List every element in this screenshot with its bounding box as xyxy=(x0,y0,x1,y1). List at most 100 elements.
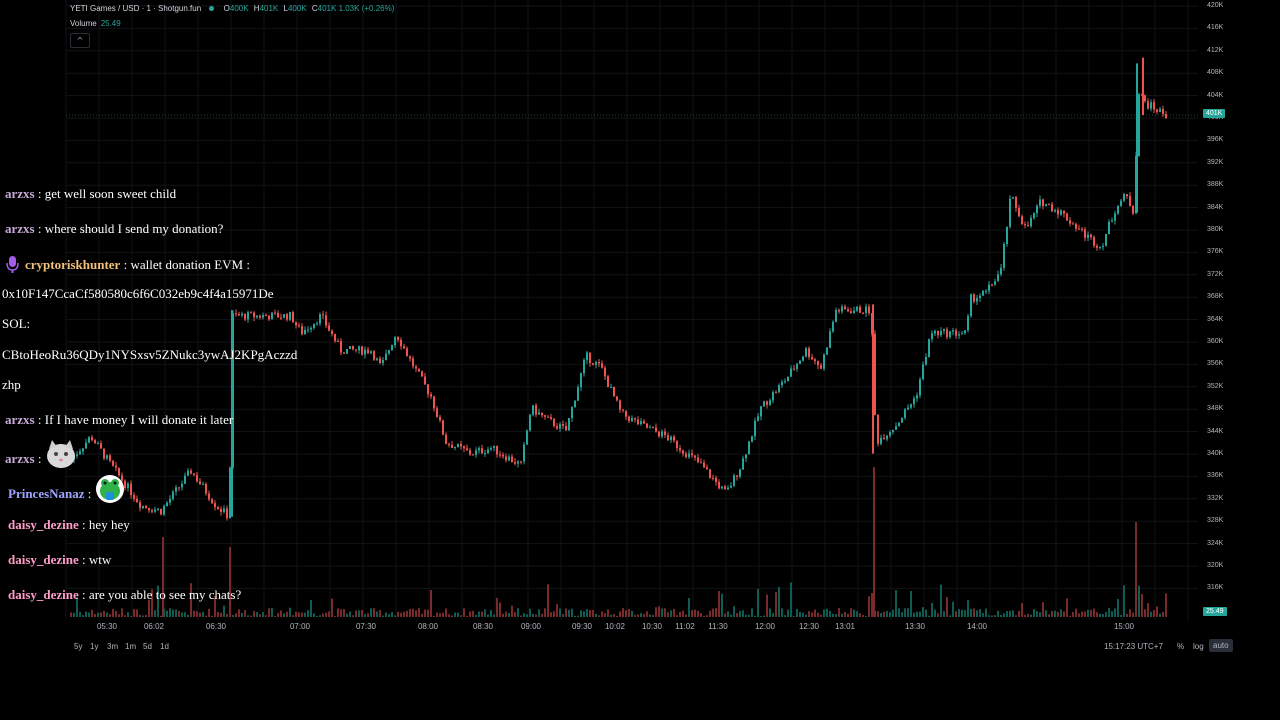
price-tick: 340K xyxy=(1207,450,1224,457)
candle-body xyxy=(805,348,807,357)
volume-bar xyxy=(559,608,561,617)
candle-body xyxy=(745,454,747,459)
volume-bar xyxy=(997,610,999,617)
volume-bar xyxy=(961,609,963,617)
volume-bar xyxy=(1069,615,1071,617)
volume-bar xyxy=(340,609,342,617)
candle-body xyxy=(628,416,630,422)
candle-body xyxy=(355,349,357,351)
volume-bar xyxy=(859,613,861,617)
candle-body xyxy=(247,312,249,320)
candle-body xyxy=(976,298,978,302)
price-tick: 372K xyxy=(1207,270,1224,278)
candlestick-chart[interactable] xyxy=(0,0,1280,640)
percent-toggle[interactable]: % xyxy=(1177,642,1184,651)
candle-body xyxy=(202,483,204,485)
volume-bar xyxy=(823,609,825,617)
volume-bar xyxy=(472,610,474,617)
price-tick: 388K xyxy=(1207,181,1224,189)
candle-body xyxy=(313,323,315,328)
chat-message: 0x10F147CcaCf580580c6f6C032eb9c4f4a15971… xyxy=(2,286,274,301)
volume-bar xyxy=(1081,611,1083,617)
candle-body xyxy=(319,314,321,324)
volume-bar xyxy=(778,586,780,617)
range-button-5y[interactable]: 5y xyxy=(74,642,82,651)
volume-bar xyxy=(91,609,93,617)
volume-bar xyxy=(1018,610,1020,617)
candle-body xyxy=(1018,207,1020,217)
volume-bar xyxy=(919,611,921,617)
collapse-legend-button[interactable]: ^ xyxy=(70,33,90,48)
chat-text: wallet donation EVM : xyxy=(130,256,250,272)
volume-bar xyxy=(1000,614,1002,617)
symbol-title[interactable]: YETI Games / USD · 1 · Shotgun.fun xyxy=(70,4,201,13)
auto-toggle[interactable]: auto xyxy=(1209,639,1233,652)
volume-bar xyxy=(694,609,696,617)
volume-bar xyxy=(349,611,351,617)
volume-bar xyxy=(379,609,381,617)
chat-text: are you able to see my chats? xyxy=(88,587,242,602)
candle-body xyxy=(895,426,897,430)
log-toggle[interactable]: log xyxy=(1193,642,1204,651)
range-button-1d[interactable]: 1d xyxy=(160,642,169,651)
volume-bar xyxy=(373,608,375,617)
candle-body xyxy=(1075,223,1077,229)
volume-bar xyxy=(337,608,339,617)
candle-body xyxy=(181,483,183,488)
volume-bar xyxy=(433,615,435,617)
candle-body xyxy=(880,437,882,444)
volume-bar xyxy=(676,615,678,617)
range-button-1m[interactable]: 1m xyxy=(125,642,136,651)
candle-body xyxy=(109,455,111,461)
range-button-5d[interactable]: 5d xyxy=(143,642,152,651)
candle-body xyxy=(889,431,891,436)
volume-bar xyxy=(223,605,225,617)
volume-bar xyxy=(412,608,414,617)
volume-bar xyxy=(394,615,396,617)
volume-bar xyxy=(259,614,261,617)
candle-body xyxy=(394,336,396,346)
volume-bar xyxy=(232,614,234,617)
candle-body xyxy=(817,361,819,366)
volume-bar xyxy=(1033,609,1035,617)
candle-body xyxy=(151,510,153,512)
volume-bar xyxy=(814,609,816,617)
time-tick: 09:30 xyxy=(571,622,593,631)
volume-bar xyxy=(826,608,828,617)
price-tick: 332K xyxy=(1207,494,1224,502)
candle-body xyxy=(481,448,483,454)
volume-bar xyxy=(1057,611,1059,617)
volume-bar xyxy=(397,611,399,617)
price-tick: 356K xyxy=(1207,360,1224,368)
volume-bar xyxy=(529,608,531,617)
candle-body xyxy=(244,313,246,320)
candle-body xyxy=(88,437,90,443)
candle-body xyxy=(115,465,117,468)
volume-bar xyxy=(865,615,867,617)
volume-bar xyxy=(421,613,423,617)
last-price-tag: 401K xyxy=(1203,109,1226,118)
candle-body xyxy=(451,444,453,448)
chat-separator: : xyxy=(78,587,89,602)
candle-body xyxy=(763,401,765,407)
volume-bar xyxy=(862,615,864,617)
volume-bar xyxy=(265,615,267,617)
volume-bar xyxy=(793,615,795,617)
candle-body xyxy=(370,351,372,354)
range-button-1y[interactable]: 1y xyxy=(90,642,98,651)
price-chart[interactable] xyxy=(0,0,1280,640)
candle-body xyxy=(844,306,846,310)
low-value: 400K xyxy=(287,4,307,13)
chat-separator: : xyxy=(120,256,131,272)
volume-bar xyxy=(262,611,264,617)
candle-body xyxy=(1030,218,1032,227)
volume-bar xyxy=(1162,611,1164,617)
candle-body xyxy=(307,329,309,331)
volume-bar xyxy=(568,609,570,617)
clock[interactable]: 15:17:23 UTC+7 xyxy=(1104,642,1163,651)
price-axis[interactable]: 420K416K412K408K404K400K396K392K388K384K… xyxy=(1203,0,1243,620)
time-tick: 08:30 xyxy=(472,622,494,631)
volume-bar xyxy=(136,609,138,617)
candle-body xyxy=(1015,197,1017,208)
range-button-3m[interactable]: 3m xyxy=(107,642,118,651)
